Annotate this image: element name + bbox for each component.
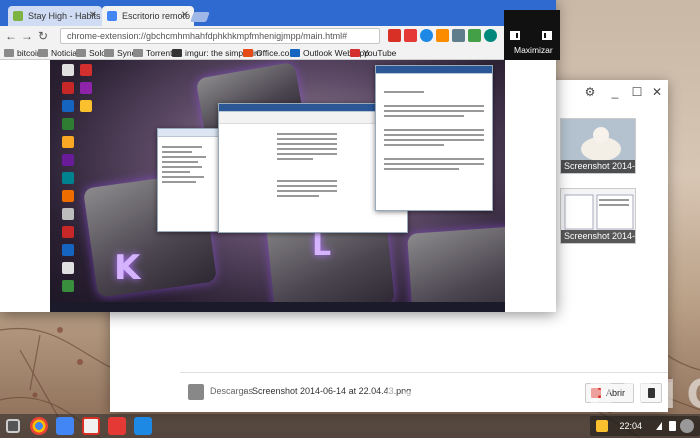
address-bar[interactable]: chrome-extension://gbchcmhmhahfdphkhkmpf… [60, 28, 380, 44]
bookmarks-bar: bitcoins Noticias Solo Syno Torrent imgu… [0, 46, 556, 60]
folder-icon [76, 49, 86, 57]
forward-arrow-icon[interactable]: → [20, 29, 34, 43]
office-icon [243, 49, 253, 57]
key-letter: L [312, 228, 332, 263]
remote-taskbar [50, 302, 505, 312]
wordpress-extension-icon[interactable] [420, 29, 433, 42]
snap-right-icon[interactable] [542, 31, 552, 40]
remote-desktop-view[interactable]: K L [50, 60, 505, 312]
breadcrumb-separator: › [243, 386, 246, 396]
outlook-icon [290, 49, 300, 57]
maximize-icon[interactable]: ☐ [631, 86, 643, 98]
minimize-icon[interactable]: _ [609, 86, 621, 98]
bookmark-youtube[interactable]: YouTube [350, 46, 396, 60]
breadcrumb-root[interactable]: Descargas [210, 386, 253, 396]
rss-extension-icon[interactable] [436, 29, 449, 42]
chrome-icon[interactable] [30, 417, 48, 435]
thumbnail-caption: Screenshot 2014-06-1... [561, 160, 635, 173]
files-icon[interactable] [134, 417, 152, 435]
file-thumbnail-icon [188, 384, 204, 400]
key-letter: K [114, 248, 141, 288]
back-arrow-icon[interactable]: ← [4, 29, 18, 43]
thumbnail-item[interactable]: Screenshot 2014-06-1... [560, 118, 636, 174]
thumbnail-caption: Screenshot 2014-06-1... [561, 230, 635, 243]
folder-icon [133, 49, 143, 57]
remote-desktop-favicon-icon [107, 11, 117, 21]
shelf: 22:04 [0, 414, 700, 438]
bookmark-noticias[interactable]: Noticias [38, 46, 81, 60]
cast-extension-icon[interactable] [452, 29, 465, 42]
avatar [680, 419, 694, 433]
settings-gear-icon[interactable]: ⚙ [584, 86, 596, 98]
stay-high-favicon-icon [13, 11, 23, 21]
reload-icon[interactable]: ↻ [36, 29, 50, 43]
browser-toolbar: ← → ↻ chrome-extension://gbchcmhmhahfdph… [0, 26, 556, 46]
status-tray[interactable]: 22:04 [590, 416, 700, 436]
screenshot-preview-image [561, 189, 635, 235]
battery-icon [669, 421, 676, 431]
youtube-icon [350, 49, 360, 57]
page-content: K L [0, 60, 556, 312]
bookmark-torrent[interactable]: Torrent [133, 46, 172, 60]
tab-stay-high[interactable]: Stay High - Habits ✕ [8, 6, 102, 26]
tab-remote-desktop[interactable]: Escritorio remoto de Ch ✕ [102, 6, 194, 26]
hangouts-extension-icon[interactable] [484, 29, 497, 42]
clock: 22:04 [619, 421, 642, 431]
bookmark-syno[interactable]: Syno [104, 46, 136, 60]
bookmark-office[interactable]: Office.com [243, 46, 296, 60]
polar-bear-image [561, 119, 635, 165]
gmail-icon[interactable] [82, 417, 100, 435]
tab-strip: Stay High - Habits ✕ Escritorio remoto d… [0, 0, 556, 26]
snap-left-icon[interactable] [510, 31, 520, 40]
app-launcher-icon[interactable] [6, 419, 20, 433]
new-tab-button[interactable] [190, 12, 210, 22]
folder-icon [4, 49, 14, 57]
thumbnail-item[interactable]: Screenshot 2014-06-1... [560, 188, 636, 244]
feedly-extension-icon[interactable] [468, 29, 481, 42]
keyboard-key [406, 226, 505, 312]
watermark: GEEKNETIC [385, 372, 700, 418]
close-tab-icon[interactable]: ✕ [181, 6, 189, 26]
imgur-icon [172, 49, 182, 57]
remote-explorer-window[interactable] [157, 128, 219, 232]
close-icon[interactable]: ✕ [651, 86, 663, 98]
notification-icon [596, 420, 608, 432]
youtube-icon[interactable] [108, 417, 126, 435]
folder-icon [38, 49, 48, 57]
google-search-icon[interactable] [56, 417, 74, 435]
maximize-label: Maximizar [514, 45, 553, 55]
wifi-icon [656, 422, 662, 430]
close-tab-icon[interactable]: ✕ [89, 6, 97, 26]
remote-document-window[interactable] [375, 65, 493, 211]
maximize-tooltip-panel: Maximizar [504, 10, 560, 60]
bookmark-solo[interactable]: Solo [76, 46, 106, 60]
chrome-window[interactable]: Stay High - Habits ✕ Escritorio remoto d… [0, 0, 556, 312]
youtube-extension-icon[interactable] [388, 29, 401, 42]
gmail-extension-icon[interactable] [404, 29, 417, 42]
folder-icon [104, 49, 114, 57]
